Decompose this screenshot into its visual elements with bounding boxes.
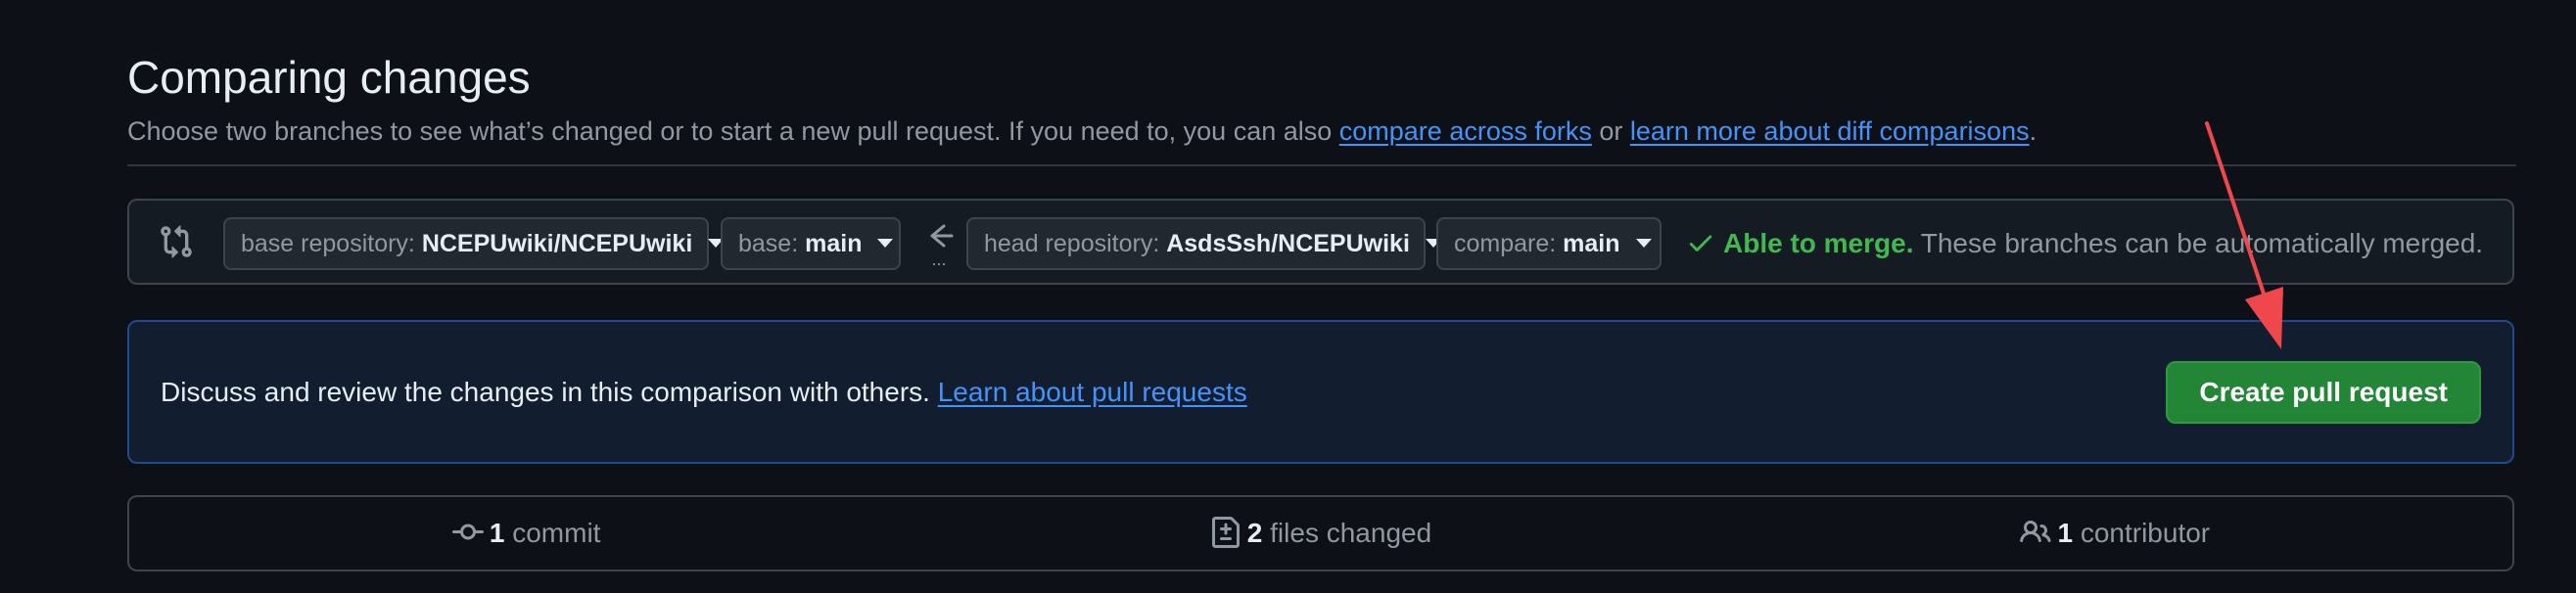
head-repository-label: head repository:: [984, 230, 1167, 257]
base-repository-value: NCEPUwiki/NCEPUwiki: [421, 230, 693, 257]
compare-branch-value: main: [1563, 230, 1620, 257]
head-repository-value: AsdsSsh/NCEPUwiki: [1166, 230, 1410, 257]
people-icon: [2020, 520, 2052, 542]
learn-about-pull-requests-link[interactable]: Learn about pull requests: [938, 377, 1247, 407]
contributors-count: 1: [2057, 518, 2074, 548]
subtitle-text: Choose two branches to see what’s change…: [127, 116, 1339, 146]
head-repository-select[interactable]: head repository: AsdsSsh/NCEPUwiki: [966, 217, 1441, 270]
merge-status-ok: Able to merge.: [1723, 228, 1914, 258]
file-diff-icon: [1211, 516, 1240, 548]
page-subtitle: Choose two branches to see what’s change…: [127, 112, 2516, 151]
base-branch-label: base:: [738, 230, 806, 257]
git-compare-icon[interactable]: [159, 224, 194, 259]
merge-status-message: These branches can be automatically merg…: [1913, 228, 2484, 258]
pull-request-blankslate: Discuss and review the changes in this c…: [127, 320, 2514, 464]
commits-label: commit: [504, 518, 601, 548]
check-icon: [1689, 235, 1712, 251]
merge-status: Able to merge. These branches can be aut…: [1686, 217, 2483, 270]
base-repository-select[interactable]: base repository: NCEPUwiki/NCEPUwiki: [223, 217, 725, 270]
commits-count: 1: [489, 518, 505, 548]
git-commit-icon: [451, 524, 484, 540]
range-editor: base repository: NCEPUwiki/NCEPUwiki bas…: [127, 199, 2514, 285]
base-branch-value: main: [805, 230, 863, 257]
page-title: Comparing changes: [127, 52, 531, 103]
chevron-down-icon: [877, 238, 894, 248]
chevron-down-icon: [1635, 238, 1652, 248]
compare-branch-label: compare:: [1454, 230, 1564, 257]
contributors-summary[interactable]: 1 contributor: [1718, 497, 2512, 570]
subtitle-or: or: [1591, 116, 1630, 146]
diff-comparisons-link[interactable]: learn more about diff comparisons: [1630, 116, 2030, 146]
page-header: Comparing changes Choose two branches to…: [127, 47, 2516, 151]
base-branch-select[interactable]: base: main: [721, 217, 901, 270]
range-dots: ...: [931, 250, 946, 269]
contributors-label: contributor: [2073, 518, 2211, 548]
header-divider: [127, 164, 2516, 166]
compare-across-forks-link[interactable]: compare across forks: [1339, 116, 1592, 146]
subtitle-end: .: [2029, 116, 2037, 146]
blankslate-description: Discuss and review the changes in this c…: [161, 377, 938, 407]
files-count: 2: [1246, 518, 1263, 548]
compare-branch-select[interactable]: compare: main: [1436, 217, 1662, 270]
blankslate-text: Discuss and review the changes in this c…: [161, 322, 1247, 462]
compare-page: Comparing changes Choose two branches to…: [0, 0, 2576, 593]
commits-summary[interactable]: 1 commit: [129, 497, 923, 570]
create-pull-request-button[interactable]: Create pull request: [2166, 361, 2481, 424]
files-summary[interactable]: 2 files changed: [923, 497, 1717, 570]
files-label: files changed: [1262, 518, 1432, 548]
base-repository-label: base repository:: [241, 230, 422, 257]
arrow-left-icon: ...: [930, 224, 954, 269]
compare-summary: 1 commit 2 files changed 1 contributor: [127, 495, 2514, 571]
